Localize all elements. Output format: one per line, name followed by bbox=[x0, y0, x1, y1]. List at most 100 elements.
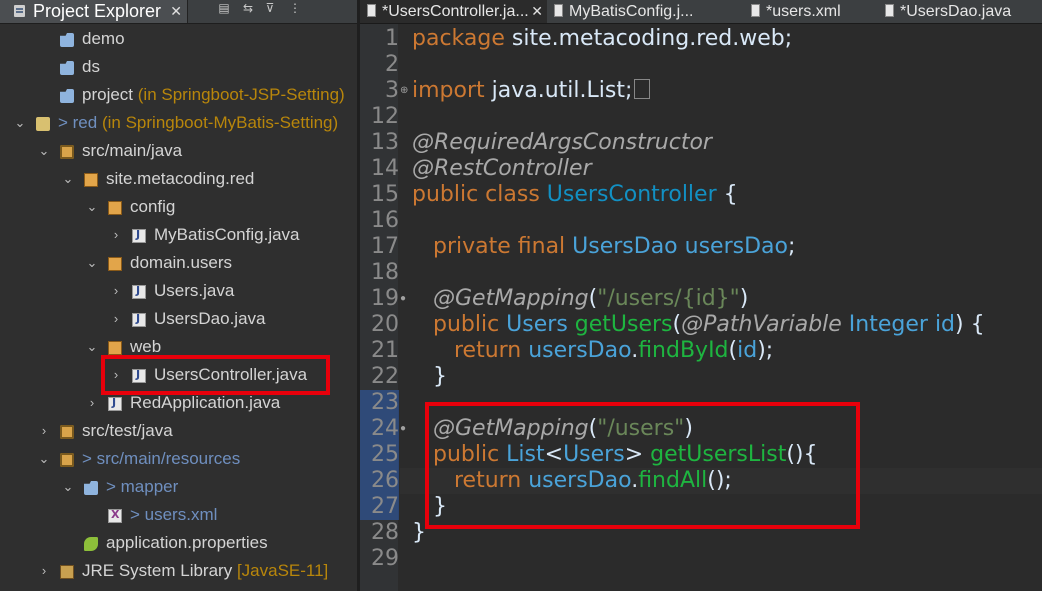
fold-marker-icon[interactable]: ● bbox=[400, 286, 406, 312]
code-line[interactable]: 2 bbox=[360, 52, 1042, 78]
line-number: 23 bbox=[371, 390, 399, 415]
code-token: UsersController bbox=[546, 182, 717, 207]
code-line[interactable]: 14 @RestController bbox=[360, 156, 1042, 182]
tree-item[interactable]: › MyBatisConfig.java bbox=[0, 221, 357, 249]
expanded-chevron-icon[interactable]: ⌄ bbox=[62, 473, 74, 501]
expanded-chevron-icon[interactable]: ⌄ bbox=[86, 333, 98, 361]
tree-item-name: domain.users bbox=[130, 253, 233, 272]
code-line[interactable]: 1 package site.metacoding.red.web; bbox=[360, 26, 1042, 52]
fold-marker-icon[interactable]: ⊕ bbox=[400, 78, 408, 104]
tree-item[interactable]: ⌄ src/main/java bbox=[0, 137, 357, 165]
line-number: 27 bbox=[371, 494, 399, 519]
line-number: 15 bbox=[371, 182, 399, 207]
tree-item[interactable]: ⌄ config bbox=[0, 193, 357, 221]
expanded-chevron-icon[interactable]: ⌄ bbox=[38, 137, 50, 165]
close-icon[interactable]: ✕ bbox=[170, 0, 182, 23]
tree-item[interactable]: ⌄ site.metacoding.red bbox=[0, 165, 357, 193]
tree-item[interactable]: demo bbox=[0, 25, 357, 53]
expanded-chevron-icon[interactable]: ⌄ bbox=[38, 445, 50, 473]
collapsed-chevron-icon[interactable] bbox=[38, 81, 50, 109]
code-line[interactable]: 16 bbox=[360, 208, 1042, 234]
tree-item-name: > src/main/resources bbox=[82, 449, 241, 468]
expanded-chevron-icon[interactable]: ⌄ bbox=[86, 249, 98, 277]
tree-item[interactable]: › JRE System Library [JavaSE-11] bbox=[0, 557, 357, 585]
xml-file-icon bbox=[108, 508, 122, 523]
code-line[interactable]: 19 ● @GetMapping("/users/{id}") bbox=[360, 286, 1042, 312]
tree-item-name: web bbox=[130, 337, 162, 356]
line-number: 26 bbox=[371, 468, 399, 493]
code-line[interactable]: 22 } bbox=[360, 364, 1042, 390]
close-icon[interactable]: ✕ bbox=[531, 0, 543, 23]
code-token: @RequiredArgsConstructor bbox=[412, 130, 712, 155]
library-icon bbox=[60, 565, 74, 579]
project-explorer-tabbar: Project Explorer ✕ ▤ ⇆ ⊽ ⋮ bbox=[0, 0, 357, 24]
java-file-icon bbox=[132, 284, 146, 299]
expanded-chevron-icon[interactable]: ⌄ bbox=[62, 165, 74, 193]
code-line[interactable]: 18 bbox=[360, 260, 1042, 286]
tree-item[interactable]: ds bbox=[0, 53, 357, 81]
tab-project-explorer[interactable]: Project Explorer ✕ bbox=[0, 0, 188, 23]
code-line[interactable]: 20 public Users getUsers(@PathVariable I… bbox=[360, 312, 1042, 338]
tree-item-label: UsersDao.java bbox=[154, 305, 266, 333]
tree-item[interactable]: ⌄ domain.users bbox=[0, 249, 357, 277]
tree-item[interactable]: application.properties bbox=[0, 529, 357, 557]
collapsed-chevron-icon[interactable] bbox=[38, 25, 50, 53]
editor-tabbar: *UsersController.ja... ✕ MyBatisConfig.j..… bbox=[360, 0, 1042, 24]
code-token: package bbox=[412, 26, 512, 51]
collapsed-chevron-icon[interactable]: › bbox=[110, 221, 122, 249]
code-editor: *UsersController.ja... ✕ MyBatisConfig.j..… bbox=[360, 0, 1042, 591]
tree-item-label: > red (in Springboot-MyBatis-Setting) bbox=[58, 109, 338, 137]
code-line[interactable]: 21 return usersDao.findById(id); bbox=[360, 338, 1042, 364]
tree-item[interactable]: › Users.java bbox=[0, 277, 357, 305]
collapsed-chevron-icon[interactable]: › bbox=[86, 389, 98, 417]
code-token: ) { bbox=[955, 312, 985, 337]
tree-item[interactable]: project (in Springboot-JSP-Setting) bbox=[0, 81, 357, 109]
expanded-chevron-icon[interactable]: ⌄ bbox=[86, 193, 98, 221]
code-token: @PathVariable bbox=[681, 312, 849, 337]
collapsed-chevron-icon[interactable] bbox=[38, 53, 50, 81]
code-token: private final bbox=[432, 234, 573, 259]
code-token: id bbox=[737, 338, 758, 363]
tree-item[interactable]: ⌄ > mapper bbox=[0, 473, 357, 501]
collapsed-chevron-icon[interactable] bbox=[62, 529, 74, 557]
collapsed-chevron-icon[interactable]: › bbox=[38, 417, 50, 445]
collapsed-chevron-icon[interactable]: › bbox=[38, 557, 50, 585]
code-token: ( bbox=[672, 312, 682, 337]
editor-tab[interactable]: *users.xml bbox=[744, 0, 874, 23]
editor-tab[interactable]: *UsersController.ja... ✕ bbox=[360, 0, 547, 23]
code-token: } bbox=[412, 520, 426, 545]
folder-icon bbox=[60, 33, 74, 47]
code-text: @GetMapping("/users/{id}") bbox=[412, 286, 748, 312]
line-number: 17 bbox=[371, 234, 399, 259]
tree-item[interactable]: › src/test/java bbox=[0, 417, 357, 445]
collapsed-chevron-icon[interactable]: › bbox=[110, 277, 122, 305]
tree-item[interactable]: > users.xml bbox=[0, 501, 357, 529]
code-line[interactable]: 29 bbox=[360, 546, 1042, 572]
line-number: 21 bbox=[371, 338, 399, 363]
tree-item[interactable]: ⌄ > src/main/resources bbox=[0, 445, 357, 473]
tree-item-name: UsersDao.java bbox=[154, 309, 266, 328]
code-line[interactable]: 17 private final UsersDao usersDao; bbox=[360, 234, 1042, 260]
tree-item[interactable]: ⌄ > red (in Springboot-MyBatis-Setting) bbox=[0, 109, 357, 137]
editor-tab-label: *UsersDao.java bbox=[900, 3, 1012, 20]
editor-tab[interactable]: *UsersDao.java bbox=[878, 0, 1042, 23]
collapsed-chevron-icon[interactable] bbox=[86, 501, 98, 529]
tree-item[interactable]: › UsersDao.java bbox=[0, 305, 357, 333]
code-line[interactable]: 13 @RequiredArgsConstructor bbox=[360, 130, 1042, 156]
folded-region-icon[interactable] bbox=[634, 79, 651, 99]
tree-item-decoration: (in Springboot-JSP-Setting) bbox=[137, 85, 345, 104]
fold-marker-icon[interactable]: ● bbox=[400, 416, 406, 442]
collapsed-chevron-icon[interactable]: › bbox=[110, 305, 122, 333]
code-line[interactable]: 12 bbox=[360, 104, 1042, 130]
code-line[interactable]: 3 ⊕ import java.util.List; bbox=[360, 78, 1042, 104]
code-token: id bbox=[934, 312, 956, 337]
link-with-editor-icon[interactable]: ⇆ bbox=[241, 1, 255, 15]
code-line[interactable]: 15 public class UsersController { bbox=[360, 182, 1042, 208]
line-number: 29 bbox=[371, 546, 399, 571]
collapse-all-icon[interactable]: ▤ bbox=[217, 1, 231, 15]
view-menu-icon[interactable]: ⋮ bbox=[288, 1, 302, 15]
editor-tab[interactable]: MyBatisConfig.j... bbox=[547, 0, 737, 23]
expanded-chevron-icon[interactable]: ⌄ bbox=[14, 109, 26, 137]
filter-icon[interactable]: ⊽ bbox=[263, 1, 277, 15]
